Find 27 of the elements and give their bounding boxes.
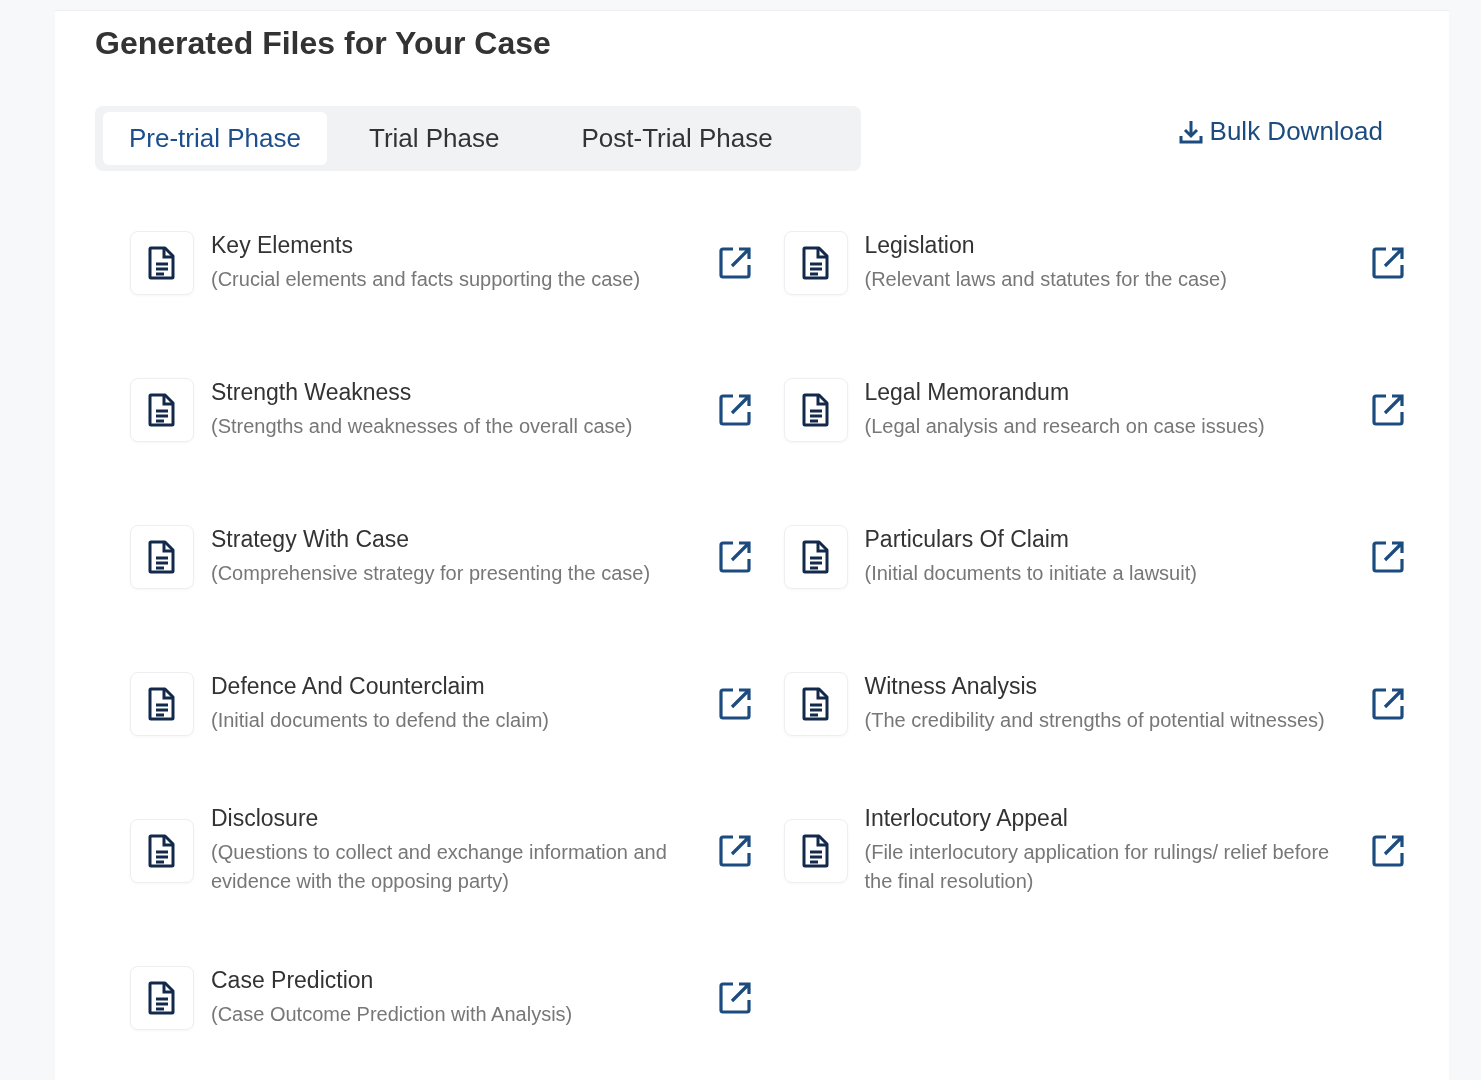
- phase-tab[interactable]: Post-Trial Phase: [555, 112, 799, 165]
- file-description: (Strengths and weaknesses of the overall case): [211, 413, 634, 439]
- file-name: Strategy With Case: [211, 525, 411, 553]
- file-name: Disclosure: [211, 805, 320, 832]
- file-description: (Case Outcome Prediction with Analysis): [211, 1001, 574, 1027]
- file-name: Particulars Of Claim: [864, 525, 1070, 553]
- phase-tab[interactable]: Pre-trial Phase: [103, 112, 327, 165]
- file-description: (Comprehensive strategy for presenting the case): [211, 560, 652, 586]
- file-description: (Questions to collect and exchange information and evidence with the opposing party): [211, 840, 668, 894]
- file-name: Legal Memorandum: [864, 378, 1071, 406]
- file-name: Witness Analysis: [864, 672, 1039, 700]
- phase-tab[interactable]: Trial Phase: [342, 112, 526, 165]
- file-name: Case Prediction: [211, 966, 375, 994]
- page-title: Generated Files for Your Case: [95, 25, 552, 62]
- file-description: (File interlocutory application for rulings/ relief before the final resolution): [864, 840, 1331, 894]
- file-description: (Legal analysis and research on case issues): [864, 413, 1266, 439]
- file-name: Interlocutory Appeal: [864, 805, 1069, 832]
- file-name: Strength Weakness: [211, 378, 413, 406]
- file-name: Defence And Counterclaim: [211, 672, 486, 700]
- file-name: Legislation: [864, 231, 976, 259]
- file-description: (Relevant laws and statutes for the case): [864, 266, 1228, 292]
- file-description: (Crucial elements and facts supporting the case): [211, 266, 642, 292]
- file-description: (The credibility and strengths of potential witnesses): [864, 707, 1326, 733]
- file-description: (Initial documents to initiate a lawsuit): [864, 560, 1198, 586]
- file-name: Key Elements: [211, 231, 354, 259]
- file-description: (Initial documents to defend the claim): [211, 707, 550, 733]
- bulk-download-button[interactable]: Bulk Download: [1177, 116, 1383, 147]
